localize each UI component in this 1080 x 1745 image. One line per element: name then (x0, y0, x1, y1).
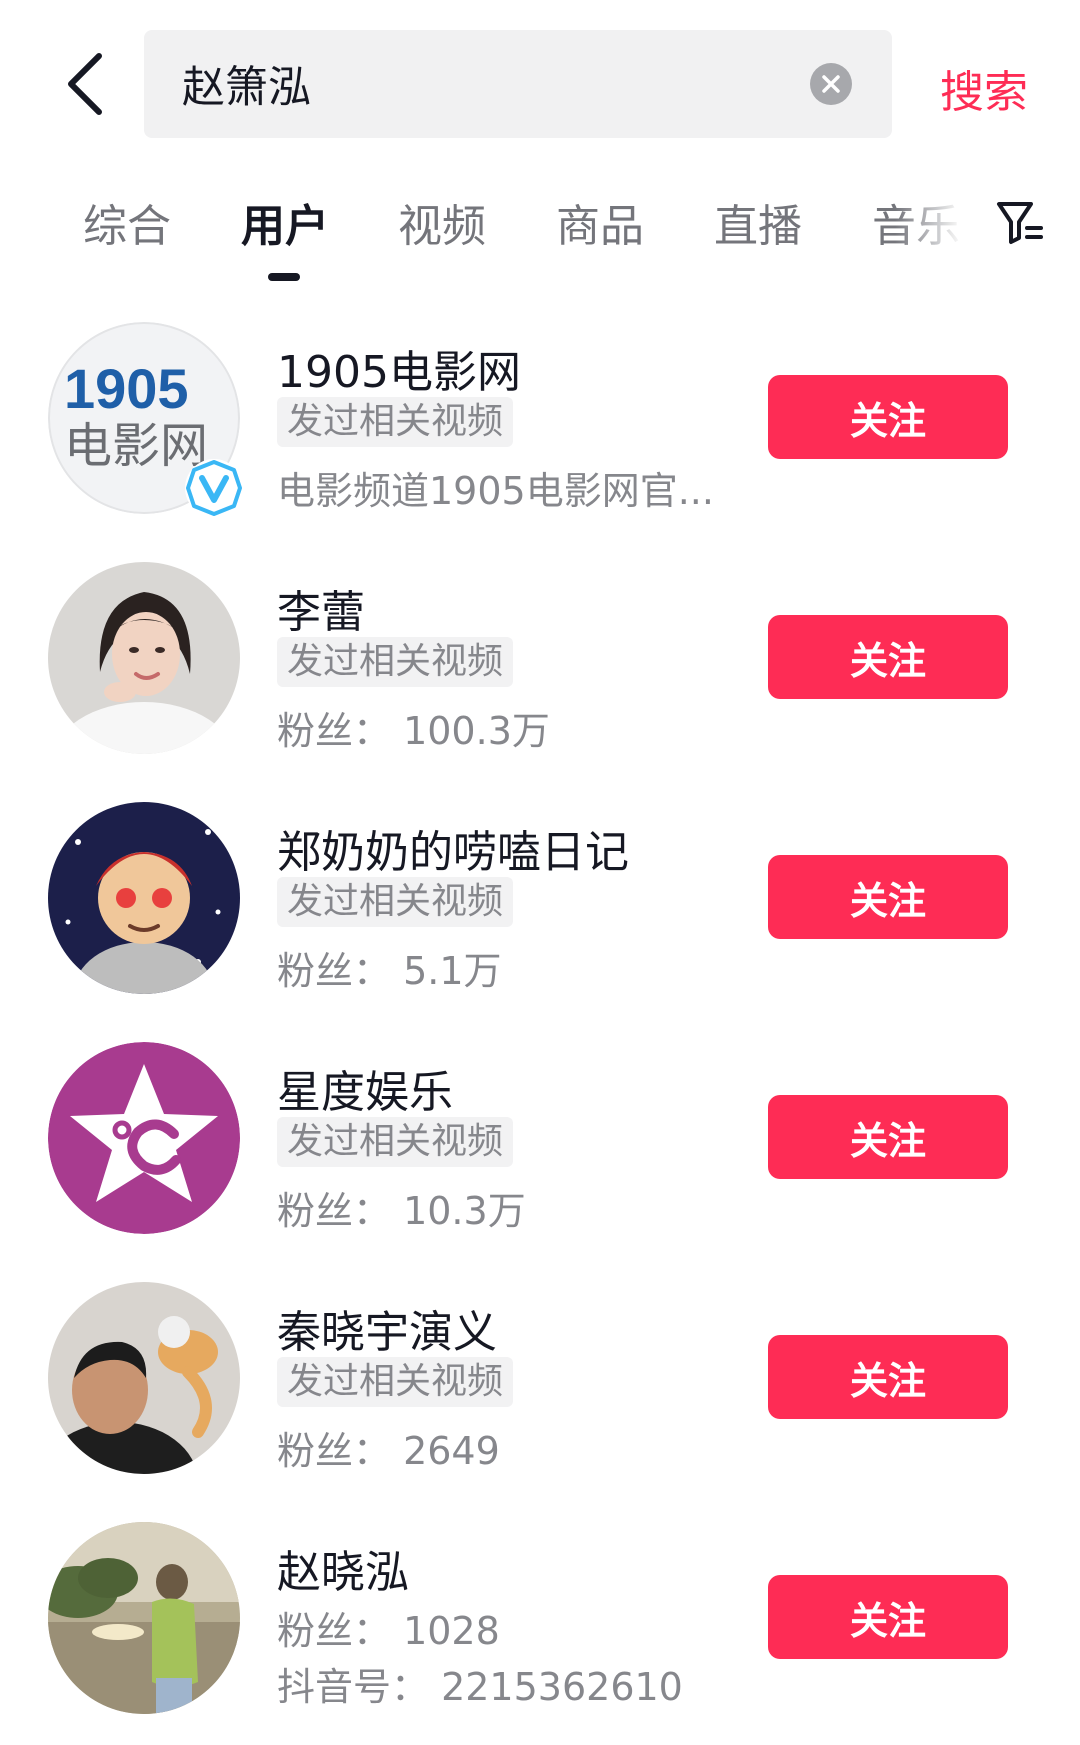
follow-button[interactable]: 关注 (768, 1095, 1008, 1179)
user-result-row[interactable]: 赵晓泓 粉丝： 1028 抖音号： 2215362610 关注 (0, 1500, 1080, 1720)
filter-button[interactable] (995, 192, 1045, 252)
filter-icon (997, 202, 1043, 244)
user-avatar[interactable] (48, 802, 240, 994)
user-result-row[interactable]: 1905 电影网 1905电影网 发过相关视频 电影频道1905电影网官... … (0, 300, 1080, 520)
follower-count: 粉丝： 2649 (277, 1429, 500, 1473)
search-input[interactable]: 赵箫泓 (144, 30, 892, 138)
user-name: 李蕾 (277, 587, 365, 638)
follow-button[interactable]: 关注 (768, 1335, 1008, 1419)
related-video-tag: 发过相关视频 (277, 877, 514, 927)
tab-general[interactable]: 综合 (83, 190, 171, 254)
user-name: 秦晓宇演义 (277, 1307, 497, 1358)
user-avatar[interactable] (48, 1282, 240, 1474)
active-tab-indicator (268, 273, 300, 281)
user-name: 赵晓泓 (277, 1547, 409, 1598)
follower-count: 粉丝： 10.3万 (277, 1189, 526, 1233)
related-video-tag: 发过相关视频 (277, 637, 514, 687)
chevron-left-icon (68, 53, 102, 115)
avatar-portrait-woman (48, 562, 240, 754)
avatar-logo-number: 1905 (64, 357, 189, 420)
avatar-grandma-cartoon (48, 802, 240, 994)
user-avatar[interactable] (48, 562, 240, 754)
follow-button[interactable]: 关注 (768, 855, 1008, 939)
tab-videos[interactable]: 视频 (398, 190, 486, 254)
user-result-row[interactable]: 李蕾 发过相关视频 粉丝： 100.3万 关注 (0, 540, 1080, 760)
search-query-text[interactable]: 赵箫泓 (182, 53, 810, 115)
user-avatar[interactable] (48, 1042, 240, 1234)
follow-button[interactable]: 关注 (768, 375, 1008, 459)
tab-live[interactable]: 直播 (714, 190, 802, 254)
avatar-outdoor-photo (48, 1522, 240, 1714)
follow-button[interactable]: 关注 (768, 615, 1008, 699)
clear-search-button[interactable] (810, 63, 852, 105)
user-name: 郑奶奶的唠嗑日记 (277, 827, 629, 878)
user-name: 1905电影网 (277, 347, 521, 398)
follow-button[interactable]: 关注 (768, 1575, 1008, 1659)
douyin-id: 抖音号： 2215362610 (277, 1665, 683, 1709)
verified-v-icon (185, 459, 243, 517)
search-category-tabs: 综合 用户 视频 商品 直播 音乐 (0, 180, 1080, 281)
search-header: 赵箫泓 搜索 (0, 0, 1080, 150)
search-submit-button[interactable]: 搜索 (940, 56, 1028, 120)
avatar-man-with-cat (48, 1282, 240, 1474)
related-video-tag: 发过相关视频 (277, 1357, 514, 1407)
tab-products[interactable]: 商品 (556, 190, 644, 254)
follower-count: 粉丝： 100.3万 (277, 709, 550, 753)
user-name: 星度娱乐 (277, 1067, 453, 1118)
related-video-tag: 发过相关视频 (277, 397, 514, 447)
user-description: 电影频道1905电影网官... (277, 469, 714, 513)
user-result-row[interactable]: 秦晓宇演义 发过相关视频 粉丝： 2649 关注 (0, 1260, 1080, 1480)
user-result-row[interactable]: 星度娱乐 发过相关视频 粉丝： 10.3万 关注 (0, 1020, 1080, 1240)
related-video-tag: 发过相关视频 (277, 1117, 514, 1167)
user-result-row[interactable]: 郑奶奶的唠嗑日记 发过相关视频 粉丝： 5.1万 关注 (0, 780, 1080, 1000)
follower-count: 粉丝： 5.1万 (277, 949, 502, 993)
tab-music[interactable]: 音乐 (872, 190, 960, 254)
avatar-star-logo (48, 1042, 240, 1234)
follower-count: 粉丝： 1028 (277, 1609, 500, 1653)
user-avatar[interactable] (48, 1522, 240, 1714)
tab-users[interactable]: 用户 (241, 190, 329, 254)
back-button[interactable] (50, 44, 120, 124)
clear-circle-icon (822, 75, 840, 93)
